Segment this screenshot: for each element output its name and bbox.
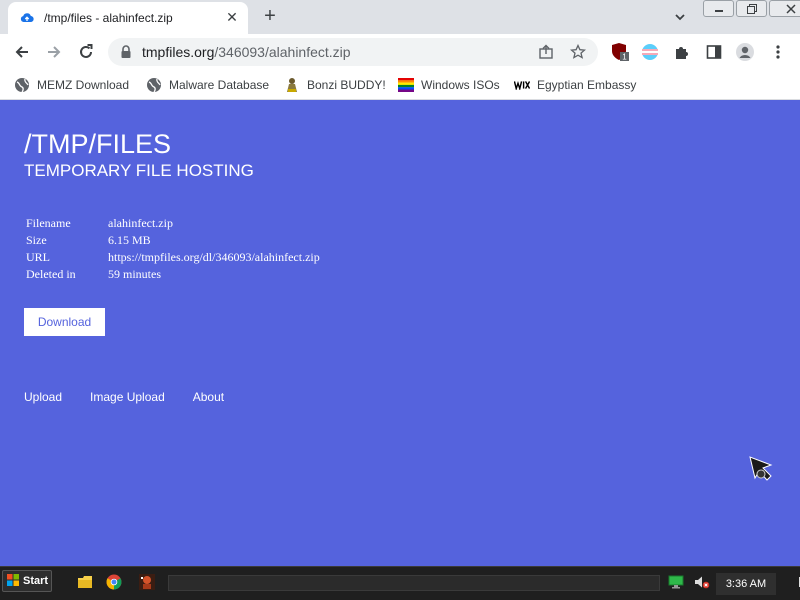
bookmark-label: MEMZ Download: [37, 78, 130, 92]
upload-link[interactable]: Upload: [24, 390, 62, 404]
chrome-icon[interactable]: [105, 573, 123, 591]
bookmarks-bar: MEMZ Download Malware Database Bonzi BUD…: [0, 70, 800, 100]
taskbar-window-area: [168, 575, 660, 591]
bookmark-label: Egyptian Embassy: [537, 78, 637, 92]
info-row-url: URL https://tmpfiles.org/dl/346093/alahi…: [24, 249, 322, 266]
window-close-icon[interactable]: [769, 0, 800, 17]
bookmark-egyptian-embassy[interactable]: Egyptian Embassy: [514, 76, 636, 94]
image-upload-link[interactable]: Image Upload: [90, 390, 165, 404]
info-row-filename: Filename alahinfect.zip: [24, 215, 322, 232]
rainbow-flag-icon: [398, 77, 414, 93]
info-value: alahinfect.zip: [108, 216, 173, 230]
info-row-size: Size 6.15 MB: [24, 232, 322, 249]
browser-toolbar: tmpfiles.org/346093/alahinfect.zip 1: [0, 34, 800, 70]
minimize-icon[interactable]: [703, 0, 734, 17]
profile-avatar-icon[interactable]: [735, 42, 755, 62]
explorer-folder-icon[interactable]: [76, 573, 94, 591]
info-label: Deleted in: [26, 267, 76, 281]
page-content: /TMP/FILES TEMPORARY FILE HOSTING Filena…: [0, 101, 800, 566]
info-row-deleted-in: Deleted in 59 minutes: [24, 266, 322, 283]
more-menu-icon[interactable]: [768, 42, 788, 62]
start-label: Start: [23, 575, 49, 587]
tab-title: /tmp/files - alahinfect.zip: [44, 11, 173, 25]
browser-tab[interactable]: /tmp/files - alahinfect.zip ✕: [8, 2, 248, 34]
page-subtitle: TEMPORARY FILE HOSTING: [24, 161, 254, 180]
bonzi-icon: [284, 77, 300, 93]
side-panel-icon[interactable]: [704, 42, 724, 62]
bookmark-windows-isos[interactable]: Windows ISOs: [398, 76, 500, 94]
about-link[interactable]: About: [193, 390, 224, 404]
file-info-table: Filename alahinfect.zip Size 6.15 MB URL…: [24, 215, 322, 283]
mouse-cursor-icon: [749, 456, 777, 489]
windows-logo-icon: [6, 573, 20, 590]
cloud-upload-icon: [20, 11, 34, 25]
info-value-link[interactable]: https://tmpfiles.org/dl/346093/alahinfec…: [106, 249, 322, 266]
info-label: Filename: [26, 216, 71, 230]
bookmark-malware-database[interactable]: Malware Database: [146, 76, 269, 94]
tab-strip: /tmp/files - alahinfect.zip ✕ +: [0, 0, 800, 34]
chevron-down-icon[interactable]: [672, 9, 688, 25]
taskbar-clock[interactable]: 3:36 AM: [716, 573, 776, 595]
address-bar[interactable]: tmpfiles.org/346093/alahinfect.zip: [108, 38, 598, 66]
page-title: /TMP/FILES: [24, 129, 172, 159]
back-arrow-icon[interactable]: [12, 42, 32, 62]
lock-icon[interactable]: [120, 45, 132, 64]
url-domain: tmpfiles.org: [142, 44, 215, 60]
game-app-icon[interactable]: [138, 573, 156, 591]
footer-nav: Upload Image Upload About: [24, 390, 224, 404]
address-url[interactable]: tmpfiles.org/346093/alahinfect.zip: [142, 44, 351, 60]
ublock-shield-icon[interactable]: 1: [610, 42, 630, 62]
bookmark-label: Malware Database: [169, 78, 270, 92]
tab-close-icon[interactable]: ✕: [224, 9, 240, 25]
window-controls: [703, 0, 800, 18]
url-path: /346093/alahinfect.zip: [214, 44, 351, 60]
new-tab-icon[interactable]: +: [260, 6, 280, 26]
wix-icon: [514, 77, 530, 93]
restore-icon[interactable]: [736, 0, 767, 17]
extension-badge: 1: [622, 53, 627, 62]
puzzle-extensions-icon[interactable]: [672, 42, 692, 62]
taskbar: Start 3:36 AM: [0, 566, 800, 600]
bookmark-label: Bonzi BUDDY!: [307, 78, 386, 92]
volume-muted-icon[interactable]: [694, 575, 710, 594]
info-label: Size: [26, 233, 47, 247]
forward-arrow-icon[interactable]: [44, 42, 64, 62]
download-button[interactable]: Download: [24, 308, 105, 336]
trans-flag-extension-icon[interactable]: [640, 42, 660, 62]
info-label: URL: [26, 250, 50, 264]
bookmark-memz-download[interactable]: MEMZ Download: [14, 76, 129, 94]
reload-icon[interactable]: [76, 42, 96, 62]
info-value: 6.15 MB: [108, 233, 151, 247]
globe-icon: [14, 77, 30, 93]
globe-icon: [146, 77, 162, 93]
network-monitor-icon[interactable]: [668, 575, 684, 594]
bookmark-bonzi-buddy[interactable]: Bonzi BUDDY!: [284, 76, 386, 94]
bookmark-label: Windows ISOs: [421, 78, 500, 92]
start-button[interactable]: Start: [2, 570, 52, 592]
bookmark-star-icon[interactable]: [569, 43, 587, 60]
info-value: 59 minutes: [108, 267, 161, 281]
share-icon[interactable]: [538, 44, 554, 60]
